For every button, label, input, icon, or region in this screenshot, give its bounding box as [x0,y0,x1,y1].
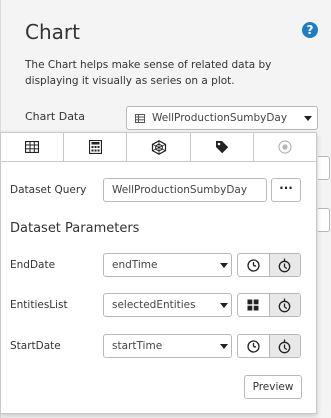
parameter-label-enddate: EndDate [10,259,56,271]
chart-data-popup: Dataset Query WellProductionSumbyDay ···… [0,132,317,414]
parameter-label-entitieslist: EntitiesList [10,299,68,311]
tab-target[interactable] [254,133,316,161]
preview-button[interactable]: Preview [244,375,302,399]
parameters-section-title: Dataset Parameters [10,221,140,236]
parameter-value-startdate: startTime [112,340,163,352]
tab-tags[interactable] [191,133,254,161]
clock-icon [247,339,260,353]
background-field-edge [318,208,330,232]
parameter-mode-toggle-entitieslist [237,293,301,317]
description-text: The Chart helps make sense of related da… [25,59,272,87]
parameter-select-enddate[interactable]: endTime [103,253,232,277]
target-icon [278,140,292,154]
parameter-select-startdate[interactable]: startTime [103,334,232,358]
chart-data-select[interactable]: WellProductionSumbyDay [126,106,318,130]
binding-mode-button[interactable] [268,254,300,276]
tab-series[interactable] [127,133,191,161]
tab-dataset[interactable] [1,133,65,161]
clock-mode-button[interactable] [238,254,269,276]
table-icon [135,114,145,123]
chart-data-label: Chart Data [25,110,85,123]
parameter-mode-toggle-enddate [237,253,301,277]
tag-icon [215,141,228,154]
series-icon [151,139,166,155]
grid-mode-button[interactable] [238,294,269,316]
tab-calculated[interactable] [64,133,128,161]
table-icon [25,141,40,153]
timer-icon [278,298,291,312]
chart-data-value: WellProductionSumbyDay [152,112,288,124]
parameter-label-startdate: StartDate [10,340,61,352]
chevron-down-icon [220,344,228,349]
dataset-query-input[interactable]: WellProductionSumbyDay [103,178,267,202]
parameter-mode-toggle-startdate [237,334,301,358]
grid-icon [247,299,259,311]
calculator-icon [88,140,102,154]
chevron-down-icon [220,303,228,308]
help-icon[interactable]: ? [302,22,318,38]
clock-icon [247,258,260,272]
background-field-edge [318,156,330,180]
clock-mode-button[interactable] [238,335,269,357]
parameter-value-enddate: endTime [112,259,158,271]
dataset-query-label: Dataset Query [10,184,87,196]
page-title: Chart [25,20,80,44]
parameter-select-entitieslist[interactable]: selectedEntities [103,293,232,317]
timer-icon [278,339,291,353]
parameter-value-entitieslist: selectedEntities [112,299,196,311]
binding-mode-button[interactable] [268,335,300,357]
more-options-button[interactable]: ··· [271,178,301,202]
chevron-down-icon [304,116,312,121]
popup-tabs [1,133,316,162]
binding-mode-button[interactable] [268,294,300,316]
chevron-down-icon [220,263,228,268]
timer-icon [278,258,291,272]
